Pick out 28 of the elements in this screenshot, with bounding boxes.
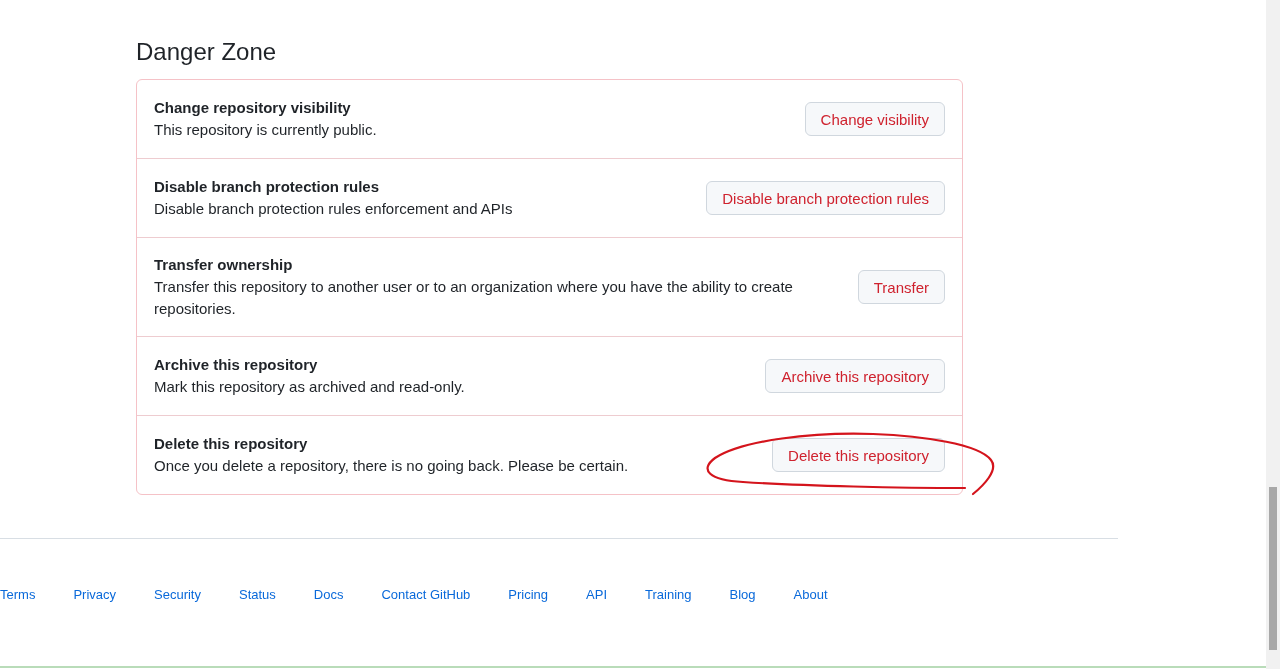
- setting-description: Transfer this repository to another user or to an organization where you have the ability to create repositories.: [154, 277, 794, 319]
- footer-link[interactable]: Pricing: [508, 587, 549, 602]
- setting-title: Transfer ownership: [154, 255, 294, 275]
- setting-description: Mark this repository as archived and read-only.: [154, 377, 465, 397]
- setting-title: Delete this repository: [154, 434, 309, 454]
- danger-button[interactable]: Delete this repository: [772, 438, 945, 472]
- footer-link[interactable]: API: [586, 587, 608, 602]
- scrollbar[interactable]: [1266, 0, 1280, 669]
- footer-link[interactable]: Docs: [313, 587, 344, 602]
- danger-button[interactable]: Transfer: [857, 270, 945, 304]
- setting-title: Change repository visibility: [154, 98, 352, 118]
- footer-link[interactable]: Security: [154, 587, 201, 602]
- setting-description: Disable branch protection rules enforcement and APIs: [154, 199, 513, 219]
- footer-link[interactable]: Status: [239, 587, 276, 602]
- section-title: Danger Zone: [136, 37, 278, 67]
- danger-button[interactable]: Change visibility: [804, 102, 945, 136]
- footer-link[interactable]: Privacy: [73, 587, 116, 602]
- setting-description: This repository is currently public.: [154, 120, 377, 140]
- danger-button[interactable]: Disable branch protection rules: [706, 181, 945, 215]
- footer-link[interactable]: Contact GitHub: [381, 587, 471, 602]
- danger-button[interactable]: Archive this repository: [765, 359, 945, 393]
- setting-title: Disable branch protection rules: [154, 177, 381, 197]
- footer-link[interactable]: Blog: [729, 587, 756, 602]
- setting-title: Archive this repository: [154, 355, 319, 375]
- footer-link[interactable]: About: [793, 587, 828, 602]
- footer-link[interactable]: Training: [645, 587, 692, 602]
- footer-link[interactable]: Terms: [0, 587, 36, 602]
- setting-description: Once you delete a repository, there is no going back. Please be certain.: [154, 456, 629, 476]
